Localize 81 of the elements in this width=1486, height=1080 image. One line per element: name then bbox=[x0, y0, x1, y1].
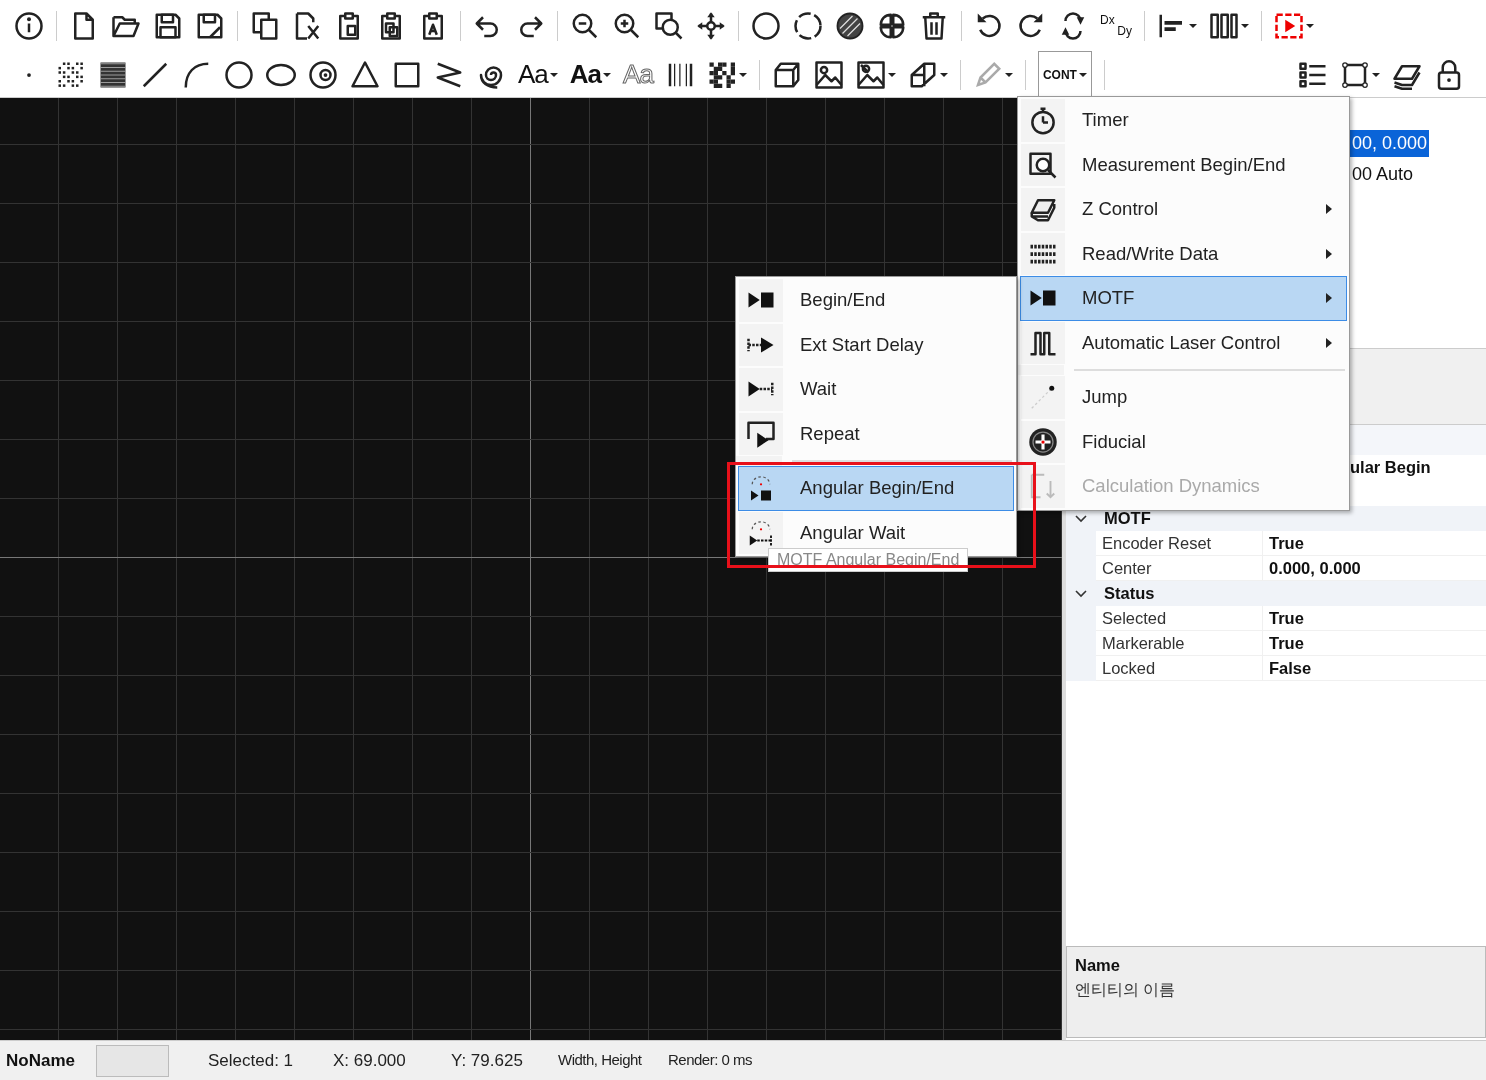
property-name: Markerable bbox=[1102, 632, 1185, 654]
menu-item[interactable]: Repeat bbox=[738, 411, 1014, 456]
tooltip: MOTF Angular Begin/End bbox=[768, 548, 969, 572]
drawing-canvas[interactable] bbox=[0, 98, 1062, 1040]
caret-icon[interactable] bbox=[1306, 23, 1314, 29]
selected-count: Selected: 1 bbox=[208, 1049, 295, 1072]
save-icon[interactable] bbox=[153, 11, 183, 41]
fiducial-icon bbox=[1028, 426, 1058, 457]
zoom-in-icon[interactable] bbox=[612, 11, 642, 41]
menu-item[interactable]: Z Control bbox=[1020, 187, 1347, 232]
caret-icon[interactable] bbox=[939, 71, 948, 78]
submenu-arrow-icon bbox=[1326, 204, 1332, 215]
caret-icon[interactable] bbox=[549, 71, 558, 78]
submenu-arrow-icon bbox=[1326, 293, 1332, 304]
property-name: Locked bbox=[1102, 657, 1156, 679]
cont-dropdown[interactable]: CONT bbox=[1037, 51, 1092, 97]
menu-item[interactable]: Jump bbox=[1020, 375, 1347, 420]
property-value[interactable]: 00, 0.000 bbox=[1350, 130, 1430, 157]
font-button[interactable]: Aa bbox=[518, 55, 558, 94]
caret-icon[interactable] bbox=[1189, 23, 1197, 29]
menu-item[interactable]: Measurement Begin/End bbox=[1020, 142, 1347, 187]
circle-icon[interactable] bbox=[224, 59, 254, 90]
run-frame-icon[interactable] bbox=[1274, 11, 1304, 41]
category-label: MOTF bbox=[1104, 508, 1151, 530]
description-title: Name bbox=[1075, 955, 1121, 976]
y-coordinate: Y: 79.625 bbox=[451, 1049, 524, 1072]
menu-item[interactable]: Wait bbox=[738, 367, 1014, 412]
submenu-arrow-icon bbox=[1326, 248, 1332, 259]
property-value: True bbox=[1269, 607, 1304, 629]
selection-frame-icon[interactable] bbox=[1340, 59, 1370, 90]
property-name: Center bbox=[1102, 557, 1152, 579]
zoom-out-icon[interactable] bbox=[570, 11, 600, 41]
description-text: 엔티티의 이름 bbox=[1075, 979, 1177, 1000]
caret-icon[interactable] bbox=[738, 71, 747, 78]
circle-icon[interactable] bbox=[751, 11, 781, 41]
menu-item[interactable]: Begin/End bbox=[738, 278, 1014, 323]
property-value: False bbox=[1269, 657, 1312, 679]
property-value[interactable]: 00 Auto bbox=[1350, 161, 1416, 188]
property-value: True bbox=[1269, 632, 1304, 654]
menu-item[interactable]: Fiducial bbox=[1020, 419, 1347, 464]
property-value: 0.000, 0.000 bbox=[1269, 557, 1361, 579]
property-name: Encoder Reset bbox=[1102, 532, 1212, 554]
dashed-circle-icon[interactable] bbox=[793, 11, 823, 41]
menu-item[interactable]: Automatic Laser Control bbox=[1020, 320, 1347, 365]
quarters-icon[interactable] bbox=[877, 11, 907, 41]
x-coordinate: X: 69.000 bbox=[333, 1049, 407, 1072]
save-as-icon[interactable] bbox=[195, 11, 225, 41]
offset-button[interactable]: Dx Dy bbox=[1100, 15, 1132, 37]
stopwatch-icon bbox=[1028, 105, 1058, 136]
move-icon[interactable] bbox=[696, 11, 726, 41]
hatched-circle-icon[interactable] bbox=[835, 11, 865, 41]
size-readout: Width, Height bbox=[558, 1050, 643, 1071]
caret-icon[interactable] bbox=[1078, 71, 1087, 78]
caret-icon[interactable] bbox=[1241, 23, 1249, 29]
columns-icon[interactable] bbox=[1209, 11, 1239, 41]
property-value: ular Begin bbox=[1350, 457, 1431, 479]
menu-item[interactable]: Angular Begin/End bbox=[738, 466, 1014, 511]
copy-icon[interactable] bbox=[250, 11, 280, 41]
property-value: True bbox=[1269, 532, 1304, 554]
bracket-arrow-icon bbox=[1028, 471, 1058, 502]
submenu-arrow-icon bbox=[1326, 337, 1332, 348]
caret-icon[interactable] bbox=[1004, 71, 1013, 78]
menu-item[interactable]: MOTF bbox=[1020, 276, 1347, 321]
entity-name: NoName bbox=[6, 1049, 76, 1072]
image-icon[interactable] bbox=[813, 59, 844, 90]
name-field[interactable] bbox=[96, 1044, 169, 1077]
caret-icon[interactable] bbox=[887, 71, 896, 78]
triangle-icon[interactable] bbox=[350, 59, 380, 90]
caret-icon[interactable] bbox=[603, 71, 612, 78]
caret-icon[interactable] bbox=[1372, 71, 1380, 78]
render-time: Render: 0 ms bbox=[668, 1050, 753, 1071]
menu-item[interactable]: Ext Start Delay bbox=[738, 322, 1014, 367]
ring-circle-icon[interactable] bbox=[308, 59, 338, 90]
property-name: Selected bbox=[1102, 607, 1167, 629]
info-icon[interactable] bbox=[14, 11, 44, 41]
menu-item[interactable]: Read/Write Data bbox=[1020, 231, 1347, 276]
category-label: Status bbox=[1104, 583, 1155, 605]
menu-item[interactable]: Timer bbox=[1020, 98, 1347, 143]
zoom-window-icon[interactable] bbox=[654, 11, 684, 41]
image-edit-icon[interactable] bbox=[855, 59, 886, 90]
font-button[interactable]: Aa bbox=[569, 55, 612, 94]
